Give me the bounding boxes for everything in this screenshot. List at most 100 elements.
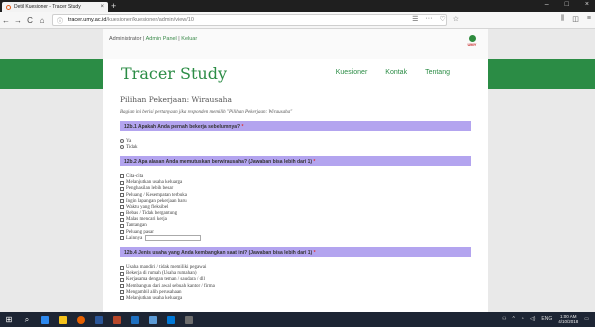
close-window-button[interactable]: ×: [585, 1, 589, 8]
os-taskbar: ⊞ ⌕ ⚇ ^ ◔ ◁) ENG 1:00 AM 4/10/2018 ▭: [0, 312, 595, 327]
url-path: /kuesioner/kuesioner/admin/view/10: [106, 17, 194, 23]
reload-button[interactable]: C: [24, 16, 36, 25]
checkbox-group: Cita-cita Melanjutkan usaha keluarga Pen…: [120, 173, 471, 242]
other-input[interactable]: [145, 235, 202, 242]
tab-close-icon[interactable]: ×: [100, 4, 104, 10]
nav-tentang[interactable]: Tentang: [425, 69, 450, 76]
favicon-icon: [6, 4, 11, 10]
checkbox[interactable]: [120, 290, 124, 295]
checkbox[interactable]: [120, 193, 124, 198]
checkbox[interactable]: [120, 205, 124, 210]
site-header: Tracer Study Kuesioner Kontak Tentang: [103, 59, 488, 89]
pocket-icon[interactable]: ♡: [439, 15, 445, 23]
bookmark-star-icon[interactable]: ☆: [453, 15, 459, 23]
browser-navbar: ← → C ⌂ ⓘ tracer.umy.ac.id /kuesioner/ku…: [0, 12, 595, 29]
checkbox[interactable]: [120, 186, 124, 191]
library-icon[interactable]: ⫼: [561, 15, 564, 23]
admin-user: Administrator: [109, 36, 142, 42]
checkbox[interactable]: [120, 199, 124, 204]
back-button[interactable]: ←: [0, 16, 12, 25]
question-header: 12b.4 Jenis usaha yang Anda kembangkan s…: [120, 247, 471, 258]
info-icon[interactable]: ⓘ: [57, 16, 63, 25]
browser-tabbar: Detil Kuesioner - Tracer Study × + – □ ×: [0, 0, 595, 12]
admin-links: Administrator | Admin Panel | Keluar: [109, 36, 198, 42]
checkbox[interactable]: [120, 284, 124, 289]
folder-icon: [59, 315, 67, 324]
minimize-button[interactable]: –: [545, 1, 549, 8]
powerpoint-icon: [113, 315, 121, 324]
checkbox[interactable]: [120, 296, 124, 301]
taskbar-app-4[interactable]: [144, 312, 162, 327]
checkbox[interactable]: [120, 277, 124, 282]
checkbox-group: Usaha mandiri / tidak memiliki pegawai B…: [120, 264, 471, 301]
volume-icon[interactable]: ◁): [530, 316, 536, 322]
maximize-button[interactable]: □: [565, 1, 569, 8]
windows-icon: ⊞: [5, 315, 13, 324]
checkbox[interactable]: [120, 217, 124, 222]
search-button[interactable]: ⌕: [18, 312, 36, 327]
required-mark: *: [241, 124, 244, 130]
new-tab-button[interactable]: +: [111, 1, 116, 11]
clock[interactable]: 1:00 AM 4/10/2018: [558, 314, 578, 324]
admin-panel-link[interactable]: Admin Panel: [146, 36, 177, 42]
checkbox-option[interactable]: Melanjutkan usaha keluarga: [120, 295, 471, 301]
checkbox[interactable]: [120, 265, 124, 270]
radio-button[interactable]: [120, 145, 124, 150]
logout-link[interactable]: Keluar: [181, 36, 197, 42]
taskbar-explorer[interactable]: [54, 312, 72, 327]
required-mark: *: [313, 250, 316, 257]
taskbar-app-1[interactable]: [90, 312, 108, 327]
checkbox[interactable]: [120, 271, 124, 276]
question-label: 12b.1 Apakah Anda pernah bekerja sebelum…: [124, 124, 241, 130]
checkbox[interactable]: [120, 230, 124, 235]
app-icon: [185, 315, 193, 324]
nav-kontak[interactable]: Kontak: [385, 69, 407, 76]
menu-icon[interactable]: ≡: [587, 15, 591, 23]
umy-logo: UMY: [464, 35, 480, 55]
question-label: 12b.2 Apa alasan Anda memutuskan berwira…: [124, 159, 313, 166]
tray-chevron-icon[interactable]: ^: [512, 316, 514, 322]
url-host: tracer.umy.ac.id: [68, 17, 107, 23]
start-button[interactable]: ⊞: [0, 312, 18, 327]
checkbox[interactable]: [120, 223, 124, 228]
nav-kuesioner[interactable]: Kuesioner: [336, 69, 368, 76]
system-tray: ⚇ ^ ◔ ◁) ENG 1:00 AM 4/10/2018 ▭: [502, 314, 589, 324]
app-icon: [167, 315, 175, 324]
notifications-icon[interactable]: ▭: [584, 316, 589, 322]
window-controls: – □ ×: [545, 1, 589, 8]
browser-tab[interactable]: Detil Kuesioner - Tracer Study ×: [2, 2, 108, 12]
people-icon[interactable]: ⚇: [502, 316, 506, 322]
web-page: Administrator | Admin Panel | Keluar UMY…: [0, 29, 595, 312]
checkbox-option[interactable]: Lainnya: [120, 235, 471, 242]
admin-bar: Administrator | Admin Panel | Keluar UMY: [103, 29, 488, 59]
taskbar-app-2[interactable]: [108, 312, 126, 327]
radio-group: Ya Tidak: [120, 138, 471, 150]
radio-button[interactable]: [120, 139, 124, 144]
required-mark: *: [313, 159, 316, 166]
network-icon[interactable]: ◔: [521, 316, 524, 322]
taskbar-app-3[interactable]: [126, 312, 144, 327]
url-bar[interactable]: ⓘ tracer.umy.ac.id /kuesioner/kuesioner/…: [52, 14, 447, 26]
search-icon: ⌕: [24, 314, 30, 324]
url-actions: ☰ ··· ♡ ☆: [412, 15, 459, 23]
checkbox[interactable]: [120, 174, 124, 179]
checkbox[interactable]: [120, 180, 124, 185]
taskbar-edge[interactable]: [36, 312, 54, 327]
forward-button[interactable]: →: [12, 16, 24, 25]
clock-date: 4/10/2018: [558, 319, 579, 324]
checkbox[interactable]: [120, 236, 124, 241]
taskbar-app-5[interactable]: [162, 312, 180, 327]
home-button[interactable]: ⌂: [36, 16, 48, 25]
reader-icon[interactable]: ☰: [412, 15, 418, 23]
word-icon: [95, 315, 103, 324]
site-brand[interactable]: Tracer Study: [121, 64, 227, 83]
page-actions-icon[interactable]: ···: [425, 15, 432, 23]
questionnaire-content: Pilihan Pekerjaan: Wirausaha Bagian ini …: [103, 89, 488, 312]
question-label: 12b.4 Jenis usaha yang Anda kembangkan s…: [124, 250, 313, 257]
radio-option[interactable]: Tidak: [120, 144, 471, 150]
taskbar-firefox[interactable]: [72, 312, 90, 327]
language-indicator[interactable]: ENG: [541, 316, 552, 322]
sidebar-icon[interactable]: ◫: [572, 15, 579, 23]
taskbar-app-6[interactable]: [180, 312, 198, 327]
checkbox[interactable]: [120, 211, 124, 216]
